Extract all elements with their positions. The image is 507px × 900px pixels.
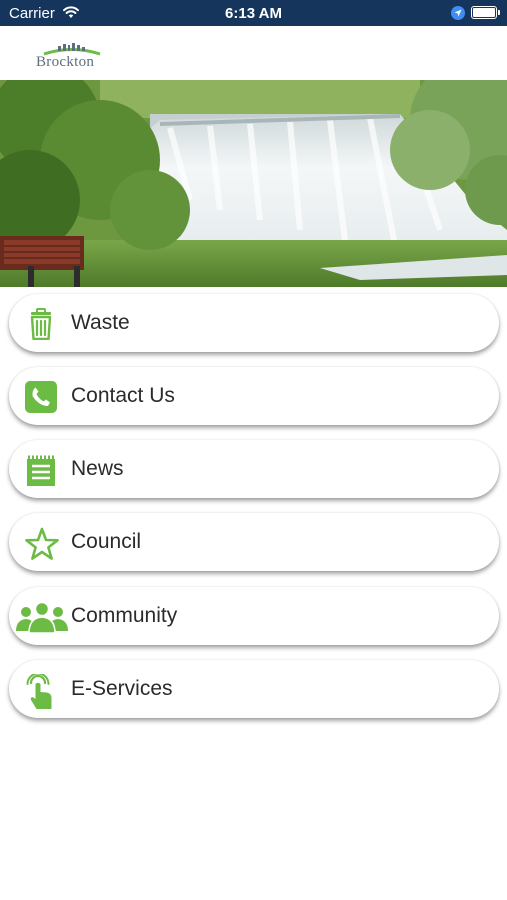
- location-arrow-icon: [451, 6, 465, 25]
- people-icon: [15, 601, 69, 634]
- app-header: Brockton: [0, 26, 507, 80]
- community-button[interactable]: Community: [9, 587, 499, 645]
- contact-us-button[interactable]: Contact Us: [9, 367, 499, 425]
- trash-icon: [25, 308, 57, 341]
- waste-label: Waste: [71, 311, 130, 334]
- news-label: News: [71, 457, 124, 480]
- status-time: 6:13 AM: [225, 5, 282, 22]
- council-button[interactable]: Council: [9, 513, 499, 571]
- community-label: Community: [71, 604, 178, 627]
- e-services-label: E-Services: [71, 677, 173, 700]
- brockton-logo: Brockton: [36, 42, 108, 72]
- contact-us-label: Contact Us: [71, 384, 175, 407]
- notepad-icon: [25, 454, 57, 486]
- waterfall-hero-image: [0, 80, 507, 287]
- tap-hand-icon: [25, 672, 57, 709]
- waste-button[interactable]: Waste: [9, 294, 499, 352]
- news-button[interactable]: News: [9, 440, 499, 498]
- logo-text: Brockton: [36, 54, 95, 70]
- star-icon: [25, 527, 59, 560]
- battery-icon: [471, 6, 500, 19]
- status-bar: Carrier 6:13 AM: [0, 0, 507, 26]
- council-label: Council: [71, 530, 142, 553]
- phone-icon: [25, 381, 57, 413]
- e-services-button[interactable]: E-Services: [9, 660, 499, 718]
